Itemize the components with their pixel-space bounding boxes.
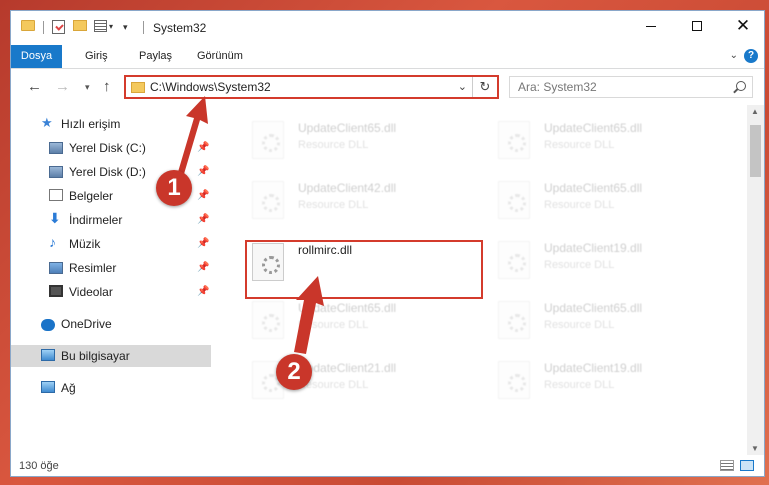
step-1-badge: 1 [156,170,192,206]
step-2-badge: 2 [276,354,312,390]
annotation-arrows [178,96,324,354]
arrow-step-1 [178,96,208,174]
arrow-step-2 [294,276,324,354]
